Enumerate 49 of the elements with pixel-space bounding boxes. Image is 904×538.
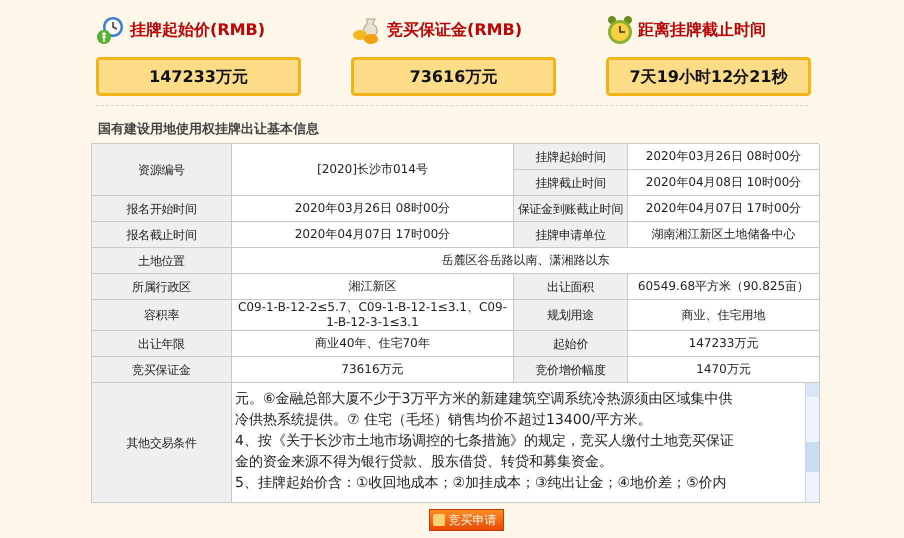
field-value: C09-1-B-12-2≤5.7、C09-1-B-12-1≤3.1、C09-1-B-12-3-1≤3.1 [232, 300, 514, 331]
summary-title: 距离挂牌截止时间 [638, 19, 766, 41]
condition-text-line: 4、按《关于长沙市土地市场调控的七条措施》的规定，竞买人缴付土地竞买保证 [235, 432, 735, 451]
field-value: 商业40年、住宅70年 [232, 331, 514, 357]
summary-title: 竞买保证金(RMB) [387, 19, 522, 41]
clock-coin-icon [96, 15, 126, 45]
field-label: 容积率 [92, 300, 232, 331]
field-value: 60549.68平方米（90.825亩） [628, 274, 820, 300]
field-label: 挂牌申请单位 [514, 222, 628, 248]
field-label: 竞价增价幅度 [514, 357, 628, 383]
field-label: 其他交易条件 [92, 383, 232, 503]
field-label: 资源编号 [92, 144, 232, 196]
field-value: 湖南湘江新区土地储备中心 [628, 222, 820, 248]
field-label: 出让面积 [514, 274, 628, 300]
field-value: 147233万元 [628, 331, 820, 357]
summary-value: 147233万元 [96, 57, 301, 96]
condition-text-line: 5、挂牌起始价含：①收回地成本；②加挂成本；③纯出让金；④地价差；⑤价内 [235, 474, 728, 493]
condition-text-line: 冷供热系统提供。⑦ 住宅（毛坯）销售均价不超过13400/平方米。 [235, 411, 652, 430]
field-value: 2020年03月26日 08时00分 [232, 196, 514, 222]
field-value: 2020年04月07日 17时00分 [232, 222, 514, 248]
field-value: 1470万元 [628, 357, 820, 383]
field-label: 所属行政区 [92, 274, 232, 300]
field-label: 报名截止时间 [92, 222, 232, 248]
field-label: 起始价 [514, 331, 628, 357]
section-title: 国有建设用地使用权挂牌出让基本信息 [98, 122, 319, 137]
summary-value: 73616万元 [351, 57, 556, 96]
field-value: 2020年03月26日 08时00分 [628, 144, 820, 170]
field-value: 岳麓区谷岳路以南、潇湘路以东 [232, 248, 820, 274]
field-label: 竞买保证金 [92, 357, 232, 383]
field-label: 报名开始时间 [92, 196, 232, 222]
scrollbar[interactable] [805, 383, 819, 502]
summary-value: 7天19小时12分21秒 [606, 57, 811, 96]
field-label: 挂牌起始时间 [514, 144, 628, 170]
field-value: 湘江新区 [232, 274, 514, 300]
summary-title: 挂牌起始价(RMB) [130, 19, 266, 41]
field-value: 73616万元 [232, 357, 514, 383]
alarm-clock-icon [606, 15, 634, 45]
field-value: 2020年04月08日 10时00分 [628, 170, 820, 196]
field-label: 规划用途 [514, 300, 628, 331]
apply-button[interactable]: 竞买申请 [428, 509, 504, 531]
field-label: 保证金到账截止时间 [514, 196, 628, 222]
field-value: 商业、住宅用地 [628, 300, 820, 331]
field-label: 挂牌截止时间 [514, 170, 628, 196]
field-label: 土地位置 [92, 248, 232, 274]
condition-text-line: 金的资金来源不得为银行贷款、股东借贷、转贷和募集资金。 [235, 453, 614, 472]
field-value: [2020]长沙市014号 [232, 144, 514, 196]
field-value: 2020年04月07日 17时00分 [628, 196, 820, 222]
condition-text-line: 元。⑥金融总部大厦不少于3万平方米的新建建筑空调系统冷热源须由区域集中供 [235, 390, 734, 409]
field-label: 出让年限 [92, 331, 232, 357]
